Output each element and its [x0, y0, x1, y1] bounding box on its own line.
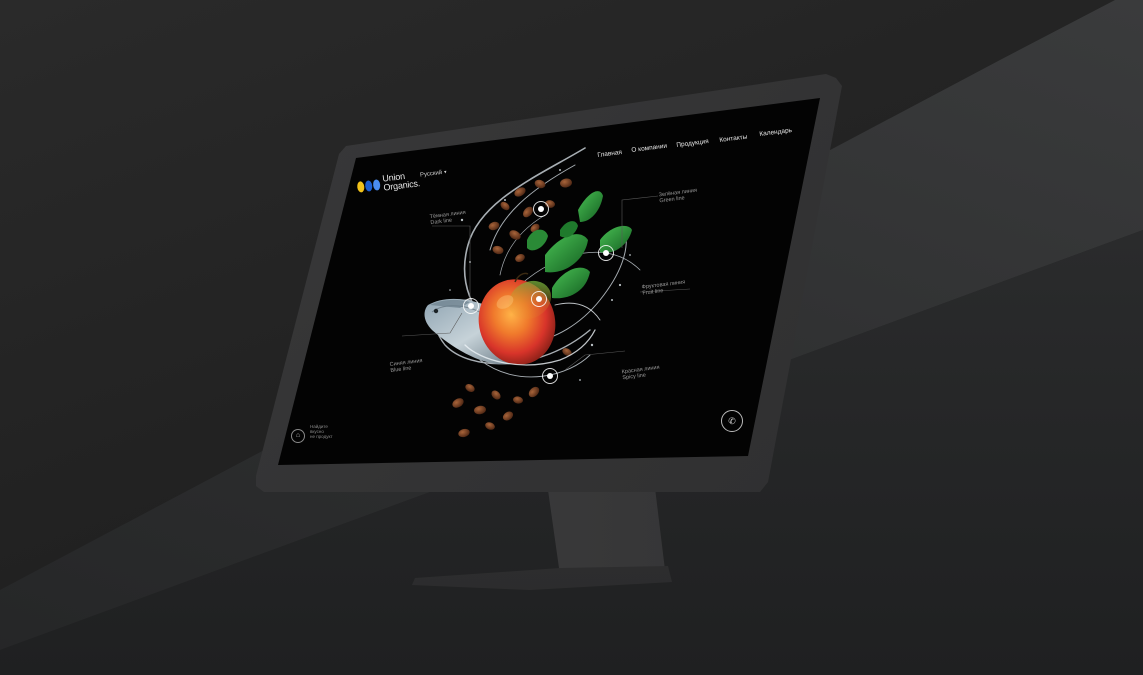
home-hint-text: Найдите вкусно не продукт	[310, 424, 333, 439]
phone-icon: ✆	[728, 416, 736, 426]
home-button[interactable]: ⌂	[291, 429, 305, 443]
home-icon: ⌂	[295, 432, 301, 439]
hotspot-spicy-line[interactable]	[542, 368, 558, 384]
hotspot-fruit-line[interactable]	[598, 245, 614, 261]
hotspot-blue-line[interactable]	[463, 298, 479, 314]
hotspot-dark-line[interactable]	[533, 201, 549, 217]
call-button[interactable]: ✆	[721, 410, 743, 432]
hotspot-green-line[interactable]	[531, 291, 547, 307]
